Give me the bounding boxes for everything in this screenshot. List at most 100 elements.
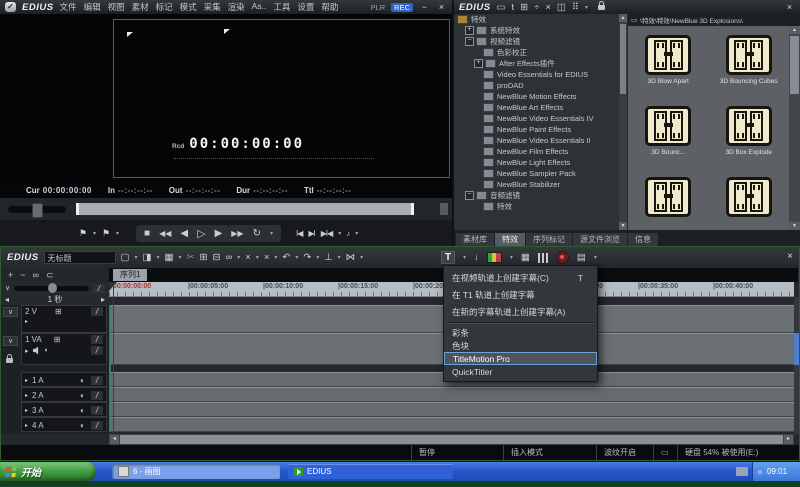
view-dropdown[interactable]: ▾ <box>585 4 588 11</box>
scale-left-icon[interactable]: ◂ <box>5 295 9 304</box>
menu-item-color-matte[interactable]: 色块 <box>444 339 597 352</box>
shuttle-handle[interactable] <box>32 203 43 218</box>
timeline-zoom-slider[interactable] <box>14 286 89 291</box>
track-header-2v[interactable]: 2 V ⊞ / ▸ <box>21 305 107 333</box>
menu-item-create-title-t1-track[interactable]: 在 T1 轨道上创建字幕 <box>444 286 597 303</box>
track-lock-icon[interactable] <box>6 358 13 363</box>
mode-icon-4[interactable]: ⊂ <box>46 270 54 281</box>
tree-item-nb-ve2[interactable]: NewBlue Video Essentials II <box>454 135 627 146</box>
tab-sequence-marker[interactable]: 序列标记 <box>526 233 572 246</box>
time-scale-value[interactable]: 1 秒 <box>13 294 97 305</box>
menu-item-color-bars[interactable]: 彩条 <box>444 326 597 339</box>
track-row-3a[interactable] <box>109 402 794 417</box>
dropdown-caret-icon[interactable]: ▾ <box>274 254 277 261</box>
pan-icon[interactable]: ◐ <box>80 376 85 385</box>
tree-item-nb-paint[interactable]: NewBlue Paint Effects <box>454 124 627 135</box>
expand-toggle[interactable]: − <box>465 37 474 46</box>
mode-icon-1[interactable]: + <box>8 270 13 280</box>
track-header-1va[interactable]: 1 VA ⊞ / ▸ ◐ / <box>21 333 107 365</box>
trim-mode-button[interactable]: ⋈ <box>346 252 356 263</box>
dropdown-caret-icon[interactable]: ▾ <box>594 254 597 261</box>
title-menu-button[interactable]: T <box>441 251 455 264</box>
rewind-button[interactable]: ◀◀ <box>159 229 171 238</box>
delete-parts-button[interactable]: × <box>264 252 270 263</box>
tree-item-video-essentials[interactable]: Video Essentials for EDIUS <box>454 69 627 80</box>
add-cut-point-button[interactable]: ⊥ <box>324 252 332 263</box>
menu-help[interactable]: 帮助 <box>321 1 338 13</box>
open-project-button[interactable]: ◨ <box>143 252 152 263</box>
menu-as[interactable]: As.. <box>252 1 267 13</box>
track-row-4a[interactable] <box>109 417 794 432</box>
redo-button[interactable]: ↷ <box>303 252 311 263</box>
cut-button[interactable]: ✂ <box>187 252 195 263</box>
audio-button[interactable]: ♪ <box>346 229 349 238</box>
dropdown-caret-icon[interactable]: ▾ <box>316 254 319 261</box>
audio-mixer-button[interactable] <box>538 253 548 263</box>
tree-item-nb-film[interactable]: NewBlue Film Effects <box>454 146 627 157</box>
menu-edit[interactable]: 编辑 <box>84 1 101 13</box>
copy-button[interactable]: ⊞ <box>200 252 208 263</box>
trim-dropdown[interactable]: ▾ <box>338 230 340 237</box>
minimize-button[interactable]: − <box>419 2 430 12</box>
pan-icon[interactable]: ◐ <box>80 421 85 430</box>
dropdown-caret-icon[interactable]: ▾ <box>338 254 341 261</box>
loop-dropdown[interactable]: ▾ <box>270 230 273 237</box>
previous-frame-button[interactable]: ◀ <box>180 228 188 239</box>
pan-icon[interactable]: ◐ <box>80 406 85 415</box>
key-icon[interactable]: / <box>93 284 105 293</box>
mode-icon-3[interactable]: ∞ <box>33 270 39 280</box>
collapse-va-group-icon[interactable]: ∨ <box>3 336 18 346</box>
expand-icon[interactable]: ▸ <box>25 392 28 399</box>
lock-icon[interactable] <box>598 5 605 10</box>
effect-item[interactable]: 3D Blow Apart <box>645 35 691 99</box>
speaker-icon[interactable] <box>33 347 41 355</box>
menu-mode[interactable]: 模式 <box>180 1 197 13</box>
dropdown-caret-icon[interactable]: ▾ <box>237 254 240 261</box>
taskbar-misc-icon[interactable] <box>736 467 748 476</box>
track-header-2a[interactable]: ▸ 2 A ◐ / <box>21 387 107 402</box>
scale-right-icon[interactable]: ▸ <box>101 295 105 304</box>
pan-icon[interactable]: ◐ <box>45 347 49 354</box>
scroll-down-icon[interactable]: ▼ <box>789 222 800 230</box>
menu-render[interactable]: 渲染 <box>228 1 245 13</box>
video-chip-icon[interactable] <box>487 252 502 263</box>
track-header-3a[interactable]: ▸ 3 A ◐ / <box>21 402 107 417</box>
dropdown-caret-icon[interactable]: ▾ <box>295 254 298 261</box>
tab-source-browser[interactable]: 源文件浏览 <box>573 233 627 246</box>
key-icon[interactable]: / <box>91 346 103 355</box>
record-button[interactable] <box>556 251 569 264</box>
trim-both-button[interactable]: ▶I◀ <box>321 229 333 238</box>
pan-icon[interactable]: ◐ <box>80 391 85 400</box>
dropdown-caret-icon[interactable]: ▾ <box>135 254 138 261</box>
menu-settings[interactable]: 设置 <box>297 1 314 13</box>
tree-item-audio-filters[interactable]: −音频滤镜 <box>454 190 627 201</box>
tab-information[interactable]: 信息 <box>628 233 658 246</box>
undo-button[interactable]: ↶ <box>282 252 290 263</box>
menu-item-create-title-new-track[interactable]: 在新的字幕轨道上创建字幕(A) <box>444 303 597 320</box>
expand-icon[interactable]: ▸ <box>25 407 28 414</box>
menu-item-create-title-video-track[interactable]: 在视频轨道上创建字幕(C) T <box>444 269 597 286</box>
tree-item-nb-art[interactable]: NewBlue Art Effects <box>454 102 627 113</box>
menu-view[interactable]: 视图 <box>108 1 125 13</box>
position-bar[interactable] <box>76 203 414 215</box>
split-view-icon[interactable]: ÷ <box>534 2 539 13</box>
sequence-tab[interactable]: 序列1 <box>113 269 147 281</box>
expand-toggle[interactable]: + <box>474 59 483 68</box>
expand-icon[interactable]: ▸ <box>25 377 28 384</box>
expand-toggle[interactable]: − <box>465 191 474 200</box>
collapse-video-group-icon[interactable]: ∨ <box>3 307 18 317</box>
horizontal-scroll-thumb[interactable] <box>120 435 783 444</box>
panel-menu-button[interactable]: ▤ <box>577 252 586 263</box>
key-icon[interactable]: / <box>91 406 103 415</box>
menu-marker[interactable]: 标记 <box>156 1 173 13</box>
menu-item-quicktitler[interactable]: QuickTitler <box>444 365 597 378</box>
delete-button[interactable]: × <box>245 252 251 263</box>
properties-icon[interactable]: ◫ <box>557 2 566 13</box>
play-button[interactable]: ▷ <box>197 227 205 240</box>
effect-item[interactable]: 3D Box Explode <box>725 106 772 170</box>
tree-item-prodad[interactable]: proDAD <box>454 80 627 91</box>
tab-bin[interactable]: 素材库 <box>456 233 494 246</box>
delete-icon[interactable]: × <box>545 2 551 13</box>
scroll-up-icon[interactable]: ▲ <box>619 14 627 22</box>
tree-item-color-correction[interactable]: 色彩校正 <box>454 47 627 58</box>
